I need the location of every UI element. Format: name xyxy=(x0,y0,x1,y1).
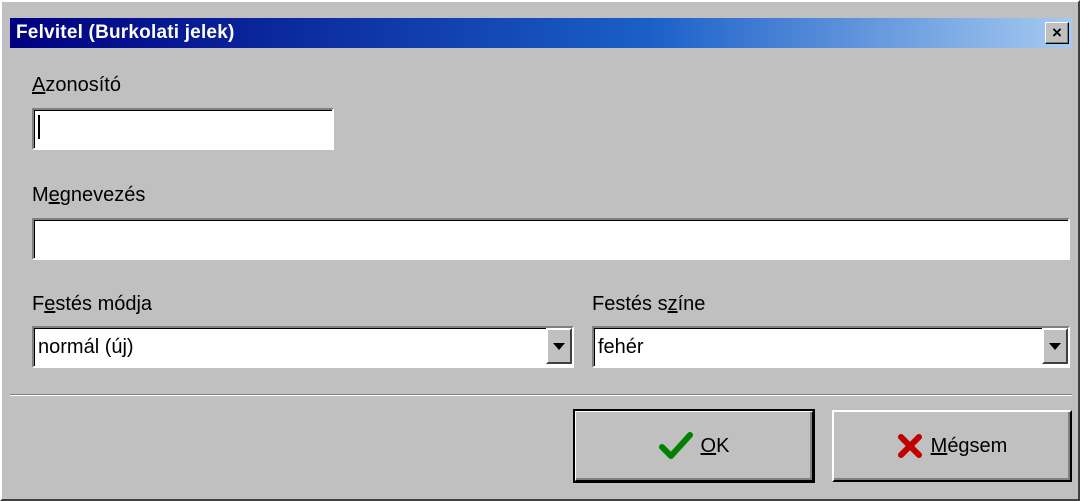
azonosito-label: Azonosító xyxy=(32,74,121,96)
close-button[interactable]: × xyxy=(1045,22,1069,44)
checkmark-icon xyxy=(658,432,693,459)
cancel-button[interactable]: Mégsem xyxy=(832,410,1072,482)
festes-szine-label: Festés színe xyxy=(592,293,706,315)
megnevezes-input[interactable] xyxy=(32,218,1070,260)
festes-szine-dropdown-button[interactable] xyxy=(1042,328,1068,364)
festes-modja-select[interactable]: normál (új) xyxy=(32,326,574,368)
megnevezes-label: Megnevezés xyxy=(32,184,146,206)
cancel-label: Mégsem xyxy=(930,434,1008,457)
close-icon: × xyxy=(1052,23,1062,42)
text-caret xyxy=(38,115,40,140)
festes-szine-select[interactable]: fehér xyxy=(592,326,1070,368)
chevron-down-icon xyxy=(1049,343,1061,350)
azonosito-input[interactable] xyxy=(32,108,334,150)
festes-szine-value: fehér xyxy=(598,336,644,358)
chevron-down-icon xyxy=(553,343,565,350)
festes-modja-dropdown-button[interactable] xyxy=(546,328,572,364)
ok-button[interactable]: OK xyxy=(573,409,815,483)
separator-line xyxy=(10,394,1072,396)
title-bar[interactable]: Felvitel (Burkolati jelek) × xyxy=(10,18,1072,48)
ok-label: OK xyxy=(700,434,730,457)
window-title: Felvitel (Burkolati jelek) xyxy=(16,22,235,43)
dialog-window: Felvitel (Burkolati jelek) × Azonosító M… xyxy=(0,0,1080,501)
festes-modja-value: normál (új) xyxy=(38,336,134,358)
x-icon xyxy=(897,434,922,458)
festes-modja-label: Festés módja xyxy=(32,293,153,315)
